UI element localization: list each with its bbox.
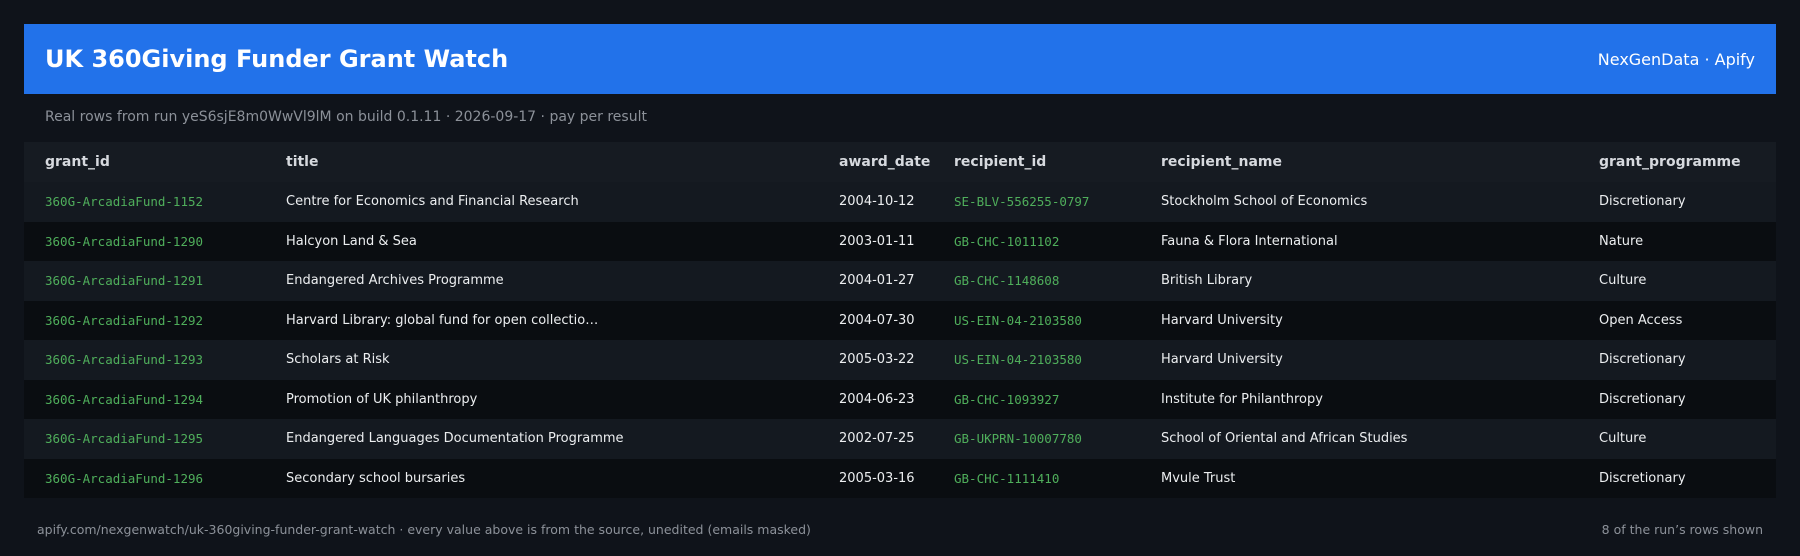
- table-row[interactable]: 360G-ArcadiaFund-1295 Endangered Language…: [24, 419, 1776, 459]
- cell-grant-programme: Open Access: [1599, 312, 1683, 328]
- table-header-row: grant_id title award_date recipient_id r…: [24, 142, 1776, 182]
- cell-recipient-name: Institute for Philanthropy: [1161, 391, 1323, 407]
- cell-grant-id: 360G-ArcadiaFund-1152: [45, 194, 204, 210]
- cell-recipient-name: School of Oriental and African Studies: [1161, 431, 1408, 447]
- brand-label: NexGenData · Apify: [1597, 49, 1755, 69]
- cell-title: Endangered Archives Programme: [286, 273, 504, 289]
- cell-award-date: 2004-10-12: [839, 194, 915, 210]
- cell-recipient-id: GB-CHC-1011102: [954, 233, 1060, 249]
- cell-award-date: 2005-03-16: [839, 470, 915, 486]
- cell-award-date: 2004-07-30: [839, 312, 915, 328]
- cell-recipient-name: Stockholm School of Economics: [1161, 194, 1368, 210]
- table-row[interactable]: 360G-ArcadiaFund-1291 Endangered Archives…: [24, 261, 1776, 301]
- cell-recipient-id: GB-CHC-1111410: [954, 470, 1060, 486]
- column-header-recipient-id[interactable]: recipient_id: [933, 142, 1140, 182]
- cell-title: Secondary school bursaries: [286, 470, 466, 486]
- cell-recipient-id: GB-UKPRN-10007780: [954, 431, 1082, 447]
- cell-recipient-name: Fauna & Flora International: [1161, 233, 1338, 249]
- table-body: 360G-ArcadiaFund-1152 Centre for Economic…: [24, 182, 1776, 498]
- cell-recipient-id: US-EIN-04-2103580: [954, 352, 1082, 368]
- cell-recipient-id: SE-BLV-556255-0797: [954, 194, 1090, 210]
- cell-title: Scholars at Risk: [286, 352, 390, 368]
- cell-recipient-id: GB-CHC-1148608: [954, 273, 1060, 289]
- cell-grant-id: 360G-ArcadiaFund-1293: [45, 352, 204, 368]
- page-title: UK 360Giving Funder Grant Watch: [45, 45, 509, 73]
- cell-grant-programme: Discretionary: [1599, 194, 1686, 210]
- table-row[interactable]: 360G-ArcadiaFund-1294 Promotion of UK phi…: [24, 379, 1776, 419]
- cell-grant-id: 360G-ArcadiaFund-1294: [45, 391, 204, 407]
- column-header-recipient-name[interactable]: recipient_name: [1140, 142, 1578, 182]
- cell-grant-programme: Nature: [1599, 233, 1644, 249]
- cell-title: Endangered Languages Documentation Progr…: [286, 431, 624, 447]
- table-row[interactable]: 360G-ArcadiaFund-1152 Centre for Economic…: [24, 182, 1776, 222]
- table-row[interactable]: 360G-ArcadiaFund-1293 Scholars at Risk 200…: [24, 340, 1776, 380]
- column-header-grant-programme[interactable]: grant_programme: [1578, 142, 1776, 182]
- cell-recipient-name: Mvule Trust: [1161, 470, 1236, 486]
- cell-title: Halcyon Land & Sea: [286, 233, 417, 249]
- cell-grant-programme: Discretionary: [1599, 470, 1686, 486]
- source-url-footer: apify.com/nexgenwatch/uk-360giving-funde…: [37, 522, 811, 537]
- cell-grant-id: 360G-ArcadiaFund-1292: [45, 312, 204, 328]
- cell-recipient-name: British Library: [1161, 273, 1253, 289]
- cell-grant-id: 360G-ArcadiaFund-1295: [45, 431, 204, 447]
- grants-table: grant_id title award_date recipient_id r…: [24, 142, 1776, 498]
- column-header-grant-id[interactable]: grant_id: [24, 142, 265, 182]
- cell-title: Harvard Library: global fund for open co…: [286, 312, 599, 328]
- cell-award-date: 2003-01-11: [839, 233, 915, 249]
- cell-award-date: 2004-01-27: [839, 273, 915, 289]
- cell-title: Centre for Economics and Financial Resea…: [286, 194, 579, 210]
- cell-grant-id: 360G-ArcadiaFund-1290: [45, 233, 204, 249]
- table-row[interactable]: 360G-ArcadiaFund-1290 Halcyon Land & Sea 2…: [24, 221, 1776, 261]
- cell-grant-programme: Discretionary: [1599, 352, 1686, 368]
- cell-award-date: 2004-06-23: [839, 391, 915, 407]
- table-row[interactable]: 360G-ArcadiaFund-1292 Harvard Library: gl…: [24, 300, 1776, 340]
- rows-shown-count: 8 of the run’s rows shown: [1601, 522, 1763, 537]
- column-header-award-date[interactable]: award_date: [818, 142, 933, 182]
- run-info-subtitle: Real rows from run yeS6sjE8m0WwVl9lM on …: [45, 109, 647, 125]
- grants-table-container: grant_id title award_date recipient_id r…: [24, 142, 1776, 498]
- cell-grant-programme: Culture: [1599, 431, 1647, 447]
- cell-recipient-name: Harvard University: [1161, 352, 1283, 368]
- header-bar: UK 360Giving Funder Grant Watch NexGenDa…: [24, 24, 1776, 94]
- column-header-title[interactable]: title: [265, 142, 818, 182]
- page: UK 360Giving Funder Grant Watch NexGenDa…: [0, 0, 1800, 556]
- cell-grant-programme: Culture: [1599, 273, 1647, 289]
- cell-award-date: 2005-03-22: [839, 352, 915, 368]
- cell-title: Promotion of UK philanthropy: [286, 391, 478, 407]
- cell-award-date: 2002-07-25: [839, 431, 915, 447]
- cell-recipient-name: Harvard University: [1161, 312, 1283, 328]
- cell-grant-id: 360G-ArcadiaFund-1296: [45, 470, 204, 486]
- cell-grant-programme: Discretionary: [1599, 391, 1686, 407]
- table-row[interactable]: 360G-ArcadiaFund-1296 Secondary school bu…: [24, 458, 1776, 498]
- cell-recipient-id: US-EIN-04-2103580: [954, 312, 1082, 328]
- cell-recipient-id: GB-CHC-1093927: [954, 391, 1060, 407]
- cell-grant-id: 360G-ArcadiaFund-1291: [45, 273, 204, 289]
